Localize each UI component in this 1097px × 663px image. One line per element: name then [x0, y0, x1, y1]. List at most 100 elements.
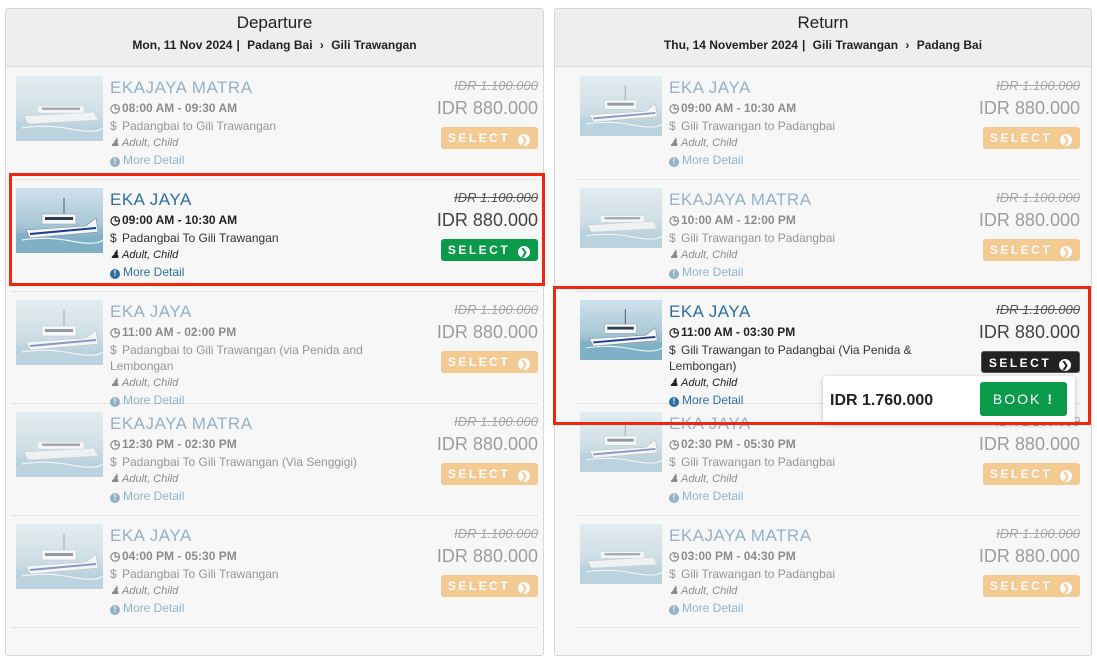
select-button[interactable]: SELECT ❯ — [980, 351, 1080, 373]
trip-row[interactable]: EKAJAYA MATRA ◷ 03:00 PM - 04:30 PM $ Gili T… — [575, 516, 1080, 628]
select-button[interactable]: SELECT ❯ — [982, 127, 1080, 149]
more-detail-link[interactable]: ! More Detail — [669, 600, 929, 616]
original-price: IDR 1.100.000 — [996, 190, 1080, 205]
original-price: IDR 1.100.000 — [454, 78, 538, 93]
chevron-right-icon: ❯ — [518, 582, 530, 594]
more-detail-link[interactable]: ! More Detail — [110, 488, 400, 504]
passenger-types: ♟ Adult, Child — [669, 249, 738, 261]
more-detail-link[interactable]: ! More Detail — [669, 152, 929, 168]
more-detail-link[interactable]: ! More Detail — [110, 600, 400, 616]
info-icon: ! — [669, 157, 679, 167]
book-button[interactable]: BOOK! — [980, 382, 1067, 416]
original-price: IDR 1.100.000 — [454, 302, 538, 317]
select-button[interactable]: SELECT ❯ — [440, 575, 538, 597]
more-detail-link[interactable]: ! More Detail — [110, 264, 400, 280]
departure-subtitle: Mon, 11 Nov 2024 | Padang Bai › Gili Traw… — [132, 38, 417, 52]
clock-icon: ◷ — [669, 549, 680, 563]
passenger-types: ♟ Adult, Child — [110, 585, 179, 597]
trip-route: $ Gili Trawangan to Padangbai (Via Penida… — [669, 343, 912, 373]
arrow-right-icon: › — [319, 38, 324, 52]
operator-name: EKAJAYA MATRA — [110, 414, 253, 433]
select-button[interactable]: SELECT ❯ — [982, 463, 1080, 485]
departure-header: Departure Mon, 11 Nov 2024 | Padang Bai ›… — [6, 9, 543, 67]
trip-route: $ Gili Trawangan to Padangbai — [669, 567, 836, 581]
select-button[interactable]: SELECT ❯ — [440, 239, 538, 261]
arrow-right-icon: › — [905, 38, 910, 52]
select-button[interactable]: SELECT ❯ — [982, 239, 1080, 261]
original-price: IDR 1.100.000 — [996, 78, 1080, 93]
original-price: IDR 1.100.000 — [454, 190, 538, 205]
chevron-right-icon: ❯ — [518, 470, 530, 482]
info-icon: ! — [669, 493, 679, 503]
passenger-types: ♟ Adult, Child — [110, 249, 179, 261]
trip-route: $ Padangbai to Gili Trawangan — [110, 119, 277, 133]
trip-row[interactable]: EKA JAYA ◷ 09:00 AM - 10:30 AM $ Gili Trawan… — [575, 68, 1080, 180]
clock-icon: ◷ — [669, 325, 680, 339]
user-icon: ♟ — [110, 377, 120, 389]
operator-name: EKA JAYA — [669, 302, 751, 321]
select-button[interactable]: SELECT ❯ — [440, 351, 538, 373]
booking-summary: IDR 1.760.000 BOOK! — [823, 376, 1075, 424]
departure-panel: Departure Mon, 11 Nov 2024 | Padang Bai ›… — [5, 8, 544, 656]
dollar-icon: $ — [669, 119, 676, 133]
info-icon: ! — [669, 269, 679, 279]
passenger-types: ♟ Adult, Child — [110, 137, 179, 149]
price-block: IDR 1.100.000 IDR 880.000 SELECT ❯ — [398, 78, 538, 149]
trip-time: ◷ 04:00 PM - 05:30 PM — [110, 549, 237, 563]
dollar-icon: $ — [110, 455, 117, 469]
trip-row[interactable]: EKA JAYA ◷ 11:00 AM - 02:00 PM $ Padangbai t… — [11, 292, 538, 407]
clock-icon: ◷ — [110, 101, 121, 115]
trip-route: $ Padangbai To Gili Trawangan (Via Senggi… — [110, 455, 358, 469]
dollar-icon: $ — [669, 343, 676, 357]
discounted-price: IDR 880.000 — [978, 98, 1080, 118]
price-block: IDR 1.100.000 IDR 880.000 SELECT ❯ — [940, 302, 1080, 373]
passenger-types: ♟ Adult, Child — [110, 377, 179, 389]
trip-row[interactable]: EKAJAYA MATRA ◷ 10:00 AM - 12:00 PM $ Gili T… — [575, 180, 1080, 292]
discounted-price: IDR 880.000 — [978, 546, 1080, 566]
dollar-icon: $ — [110, 119, 117, 133]
chevron-right-icon: ❯ — [1059, 359, 1071, 371]
discounted-price: IDR 880.000 — [436, 434, 538, 454]
select-button[interactable]: SELECT ❯ — [440, 127, 538, 149]
return-title: Return — [797, 13, 849, 32]
select-button[interactable]: SELECT ❯ — [440, 463, 538, 485]
operator-name: EKA JAYA — [110, 526, 192, 545]
original-price: IDR 1.100.000 — [996, 526, 1080, 541]
boat-photo — [580, 300, 662, 360]
more-detail-link[interactable]: ! More Detail — [669, 264, 929, 280]
price-block: IDR 1.100.000 IDR 880.000 SELECT ❯ — [940, 190, 1080, 261]
discounted-price: IDR 880.000 — [978, 434, 1080, 454]
trip-row[interactable]: EKAJAYA MATRA ◷ 12:30 PM - 02:30 PM $ Padang… — [11, 404, 538, 516]
passenger-types: ♟ Adult, Child — [669, 585, 738, 597]
trip-row[interactable]: EKA JAYA ◷ 09:00 AM - 10:30 AM $ Padangbai T… — [11, 180, 538, 292]
chevron-right-icon: ❯ — [518, 246, 530, 258]
info-icon: ! — [669, 605, 679, 615]
trip-info: EKAJAYA MATRA ◷ 12:30 PM - 02:30 PM $ Padang… — [110, 414, 400, 504]
return-date: Thu, 14 November 2024 — [663, 38, 798, 52]
clock-icon: ◷ — [110, 325, 121, 339]
exclamation-icon: ! — [1047, 391, 1055, 407]
operator-name: EKA JAYA — [669, 78, 751, 97]
trip-time: ◷ 03:00 PM - 04:30 PM — [669, 549, 796, 563]
dollar-icon: $ — [110, 343, 117, 357]
trip-row[interactable]: EKAJAYA MATRA ◷ 08:00 AM - 09:30 AM $ Padang… — [11, 68, 538, 180]
passenger-types: ♟ Adult, Child — [110, 473, 179, 485]
operator-name: EKA JAYA — [110, 190, 192, 209]
dollar-icon: $ — [669, 455, 676, 469]
operator-name: EKAJAYA MATRA — [669, 526, 812, 545]
discounted-price: IDR 880.000 — [436, 546, 538, 566]
trip-route: $ Padangbai to Gili Trawangan (via Penida… — [110, 343, 363, 373]
trip-row[interactable]: EKA JAYA ◷ 04:00 PM - 05:30 PM $ Padangbai T… — [11, 516, 538, 628]
trip-time: ◷ 11:00 AM - 02:00 PM — [110, 325, 237, 339]
operator-name: EKA JAYA — [110, 302, 192, 321]
boat-photo — [16, 76, 103, 141]
return-header: Return Thu, 14 November 2024 | Gili Trawa… — [555, 9, 1091, 67]
trip-info: EKA JAYA ◷ 11:00 AM - 02:00 PM $ Padangbai t… — [110, 302, 400, 408]
more-detail-link[interactable]: ! More Detail — [669, 488, 929, 504]
departure-to: Gili Trawangan — [331, 38, 417, 52]
boat-photo — [580, 188, 662, 248]
more-detail-link[interactable]: ! More Detail — [110, 152, 400, 168]
select-button[interactable]: SELECT ❯ — [982, 575, 1080, 597]
booking-total: IDR 1.760.000 — [830, 392, 934, 409]
dollar-icon: $ — [110, 567, 117, 581]
